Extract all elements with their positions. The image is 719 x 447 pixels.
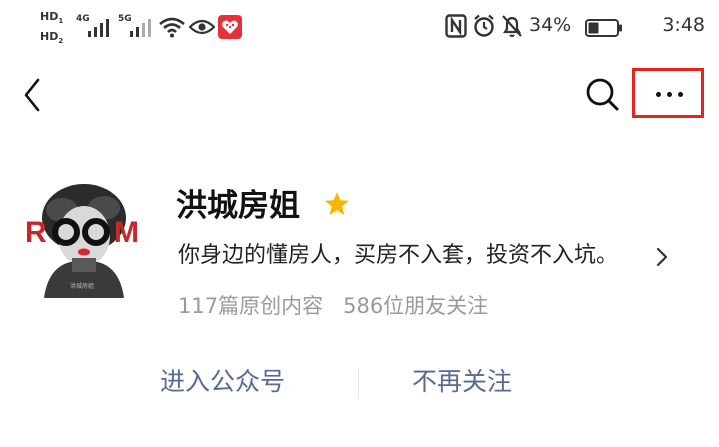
search-button[interactable] [582, 74, 622, 114]
status-bar-right: 34% 3:48 [445, 10, 705, 42]
star-icon [325, 192, 349, 215]
unfollow-button[interactable]: 不再关注 [412, 364, 512, 400]
more-options-button[interactable] [632, 68, 704, 118]
action-divider [358, 368, 359, 398]
account-stats: 117篇原创内容 586位朋友关注 [178, 291, 488, 321]
enter-account-button[interactable]: 进入公众号 [160, 364, 285, 400]
wifi-icon [159, 17, 185, 38]
svg-text:R: R [25, 216, 47, 249]
app-notification-icon [218, 15, 242, 39]
search-icon [586, 78, 619, 111]
friends-following-count: 586位朋友关注 [343, 294, 489, 318]
hd-indicator-1: HD1 [40, 10, 64, 26]
account-name: 洪城房姐 [176, 188, 300, 224]
signal-1-icon: 4G [76, 14, 116, 40]
account-avatar: R M 洪城房姐 [22, 180, 146, 298]
bell-off-icon [502, 15, 522, 37]
signal-2-icon: 5G [118, 14, 158, 40]
svg-text:M: M [114, 216, 139, 249]
battery-percent: 34% [529, 14, 572, 36]
eye-icon [189, 19, 215, 35]
battery-icon [585, 19, 622, 37]
chevron-right-icon[interactable] [654, 246, 670, 268]
back-button[interactable] [18, 76, 48, 114]
account-bio[interactable]: 你身边的懂房人，买房不入套，投资不入坑。 [178, 241, 618, 271]
original-content-count: 117篇原创内容 [178, 294, 324, 318]
clock-time: 3:48 [662, 14, 705, 36]
alarm-icon [474, 14, 494, 37]
svg-text:洪城房姐: 洪城房姐 [70, 282, 94, 290]
nfc-icon [445, 14, 467, 38]
status-bar-left: HD1 HD2 4G 5G [40, 8, 260, 48]
hd-indicator-2: HD2 [40, 30, 64, 46]
